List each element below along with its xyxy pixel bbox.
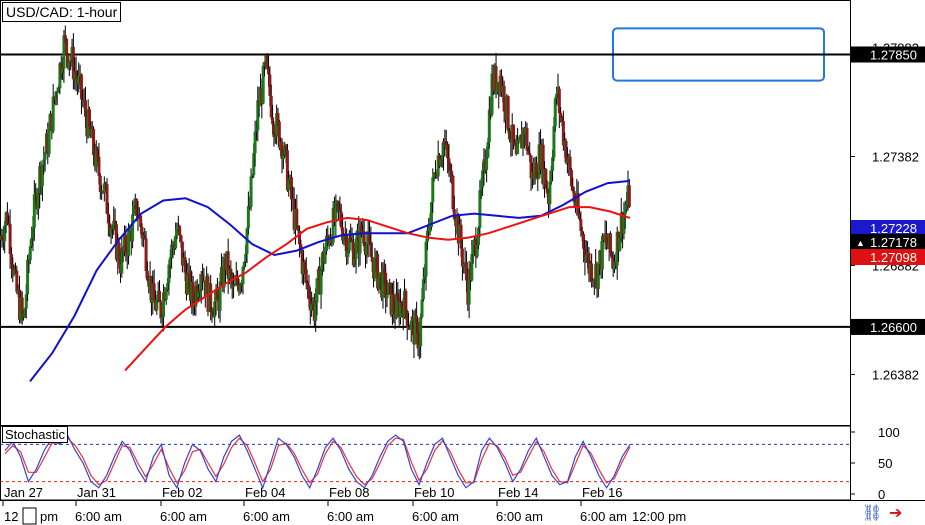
candle-body	[528, 152, 532, 156]
price-tag-label: 1.27850	[870, 47, 917, 62]
stoch-y-label: 100	[878, 425, 900, 440]
candle-body	[502, 85, 506, 112]
x-tick-time: 6:00 am	[327, 509, 374, 524]
x-tick-time: 6:00 am	[243, 509, 290, 524]
candle-body	[419, 316, 423, 347]
candle-body	[315, 278, 319, 303]
candle-body	[249, 176, 253, 208]
candle-body	[404, 290, 408, 311]
main-panel-frame	[0, 0, 851, 426]
x-tick-time: pm	[40, 509, 58, 524]
candle-body	[47, 127, 51, 154]
x-tick-date: Feb 16	[582, 485, 622, 500]
candle-body	[20, 297, 24, 314]
price-tag-label: 1.27098	[870, 250, 917, 265]
candle-body	[209, 283, 213, 312]
candle-body	[485, 157, 489, 170]
price-tag-label: 1.27228	[870, 221, 917, 236]
candle-body	[608, 233, 612, 254]
chart-window: 1.263821.268821.273821.278821.278501.272…	[0, 0, 925, 525]
x-tick-time: 12	[4, 509, 18, 524]
y-tick-label: 1.27382	[872, 149, 919, 164]
candle-body	[385, 294, 389, 299]
x-tick-date: Feb 08	[329, 485, 369, 500]
candle-body	[131, 214, 135, 242]
chart-title: USD/CAD: 1-hour	[2, 2, 122, 22]
time-cursor-box	[22, 507, 37, 525]
x-tick-date: Jan 31	[77, 485, 116, 500]
candle-body	[568, 156, 572, 171]
candle-body	[354, 238, 358, 260]
y-tick-label: 1.26382	[872, 367, 919, 382]
x-tick-date: Feb 02	[162, 485, 202, 500]
x-tick-date: Jan 27	[4, 485, 43, 500]
candle-body	[65, 38, 69, 55]
candle-body	[179, 235, 183, 242]
x-tick-time: 6:00 am	[496, 509, 543, 524]
x-tick-time: 12:00 pm	[632, 509, 686, 524]
candle-body	[627, 185, 631, 207]
candle-body	[127, 231, 131, 257]
x-tick-time: 6:00 am	[580, 509, 627, 524]
candle-body	[506, 96, 510, 131]
chart-canvas: 1.263821.268821.273821.278821.278501.272…	[0, 0, 925, 525]
candle-body	[548, 181, 552, 205]
x-tick-time: 6:00 am	[75, 509, 122, 524]
stochastic-title: Stochastic	[2, 426, 68, 443]
price-tag-label: 1.27178	[870, 235, 917, 250]
x-tick-time: 6:00 am	[412, 509, 459, 524]
candle-body	[28, 246, 32, 261]
x-tick-date: Feb 04	[245, 485, 285, 500]
price-tag-marker: ▲	[856, 238, 865, 248]
stoch-d-line	[4, 437, 631, 486]
x-tick-time: 6:00 am	[160, 509, 207, 524]
red-arrow-icon[interactable]: ➔	[889, 505, 902, 521]
candle-body	[420, 299, 424, 317]
candle-body	[178, 226, 182, 236]
candle-body	[43, 153, 47, 160]
stoch-y-label: 50	[878, 456, 892, 471]
stoch-y-label: 0	[878, 487, 885, 502]
x-tick-date: Feb 14	[498, 485, 538, 500]
candle-body	[97, 156, 101, 176]
candle-body	[295, 208, 299, 226]
price-tag-label: 1.26600	[870, 320, 917, 335]
x-tick-date: Feb 10	[414, 485, 454, 500]
link-icon[interactable]: ⛓	[862, 505, 882, 521]
candle-body	[370, 256, 374, 262]
candle-body	[246, 206, 250, 229]
